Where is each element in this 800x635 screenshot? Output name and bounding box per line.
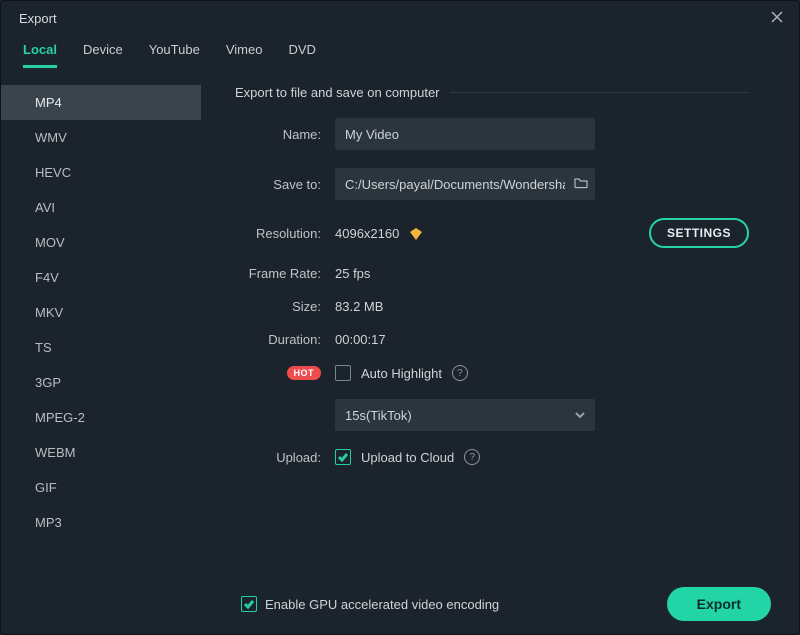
export-button[interactable]: Export — [667, 587, 771, 621]
duration-value: 00:00:17 — [335, 332, 386, 347]
settings-button[interactable]: SETTINGS — [649, 218, 749, 248]
format-mov[interactable]: MOV — [1, 225, 201, 260]
autohighlight-label: Auto Highlight — [361, 366, 442, 381]
duration-label: Duration: — [235, 332, 335, 347]
format-avi[interactable]: AVI — [1, 190, 201, 225]
upload-help-icon[interactable]: ? — [464, 449, 480, 465]
gpu-checkbox[interactable] — [241, 596, 257, 612]
format-gif[interactable]: GIF — [1, 470, 201, 505]
format-ts[interactable]: TS — [1, 330, 201, 365]
close-icon — [771, 11, 783, 26]
name-input[interactable] — [335, 118, 595, 150]
section-divider — [450, 92, 749, 93]
name-label: Name: — [235, 127, 335, 142]
size-value: 83.2 MB — [335, 299, 383, 314]
format-3gp[interactable]: 3GP — [1, 365, 201, 400]
format-wmv[interactable]: WMV — [1, 120, 201, 155]
main-area: MP4 WMV HEVC AVI MOV F4V MKV TS 3GP MPEG… — [1, 75, 799, 574]
framerate-label: Frame Rate: — [235, 266, 335, 281]
saveto-label: Save to: — [235, 177, 335, 192]
content-panel: Export to file and save on computer Name… — [201, 75, 799, 574]
tab-youtube[interactable]: YouTube — [149, 42, 200, 68]
format-mkv[interactable]: MKV — [1, 295, 201, 330]
saveto-value: C:/Users/payal/Documents/Wondershare — [345, 177, 565, 192]
upload-cloud-checkbox[interactable] — [335, 449, 351, 465]
bottom-bar: Enable GPU accelerated video encoding Ex… — [1, 574, 799, 634]
autohighlight-help-icon[interactable]: ? — [452, 365, 468, 381]
highlight-duration-select[interactable]: 15s(TikTok) — [335, 399, 595, 431]
format-mp3[interactable]: MP3 — [1, 505, 201, 540]
framerate-value: 25 fps — [335, 266, 370, 281]
resolution-label: Resolution: — [235, 226, 335, 241]
close-button[interactable] — [765, 6, 789, 30]
titlebar: Export — [1, 1, 799, 35]
format-hevc[interactable]: HEVC — [1, 155, 201, 190]
premium-icon — [409, 227, 423, 241]
format-mpeg2[interactable]: MPEG-2 — [1, 400, 201, 435]
hot-badge: HOT — [287, 366, 322, 380]
format-sidebar: MP4 WMV HEVC AVI MOV F4V MKV TS 3GP MPEG… — [1, 75, 201, 574]
format-mp4[interactable]: MP4 — [1, 85, 201, 120]
chevron-down-icon — [575, 408, 585, 423]
tab-vimeo[interactable]: Vimeo — [226, 42, 263, 68]
tab-dvd[interactable]: DVD — [288, 42, 315, 68]
format-f4v[interactable]: F4V — [1, 260, 201, 295]
tab-device[interactable]: Device — [83, 42, 123, 68]
autohighlight-checkbox[interactable] — [335, 365, 351, 381]
size-label: Size: — [235, 299, 335, 314]
saveto-path[interactable]: C:/Users/payal/Documents/Wondershare — [335, 168, 595, 200]
resolution-value: 4096x2160 — [335, 226, 399, 241]
window-title: Export — [19, 11, 57, 26]
tab-local[interactable]: Local — [23, 42, 57, 68]
upload-cloud-label: Upload to Cloud — [361, 450, 454, 465]
section-title: Export to file and save on computer — [235, 85, 440, 100]
export-tabs: Local Device YouTube Vimeo DVD — [1, 35, 799, 69]
highlight-select-value: 15s(TikTok) — [345, 408, 412, 423]
section-header: Export to file and save on computer — [235, 85, 749, 100]
folder-icon — [573, 175, 589, 194]
gpu-label: Enable GPU accelerated video encoding — [265, 597, 499, 612]
format-webm[interactable]: WEBM — [1, 435, 201, 470]
upload-label: Upload: — [235, 450, 335, 465]
